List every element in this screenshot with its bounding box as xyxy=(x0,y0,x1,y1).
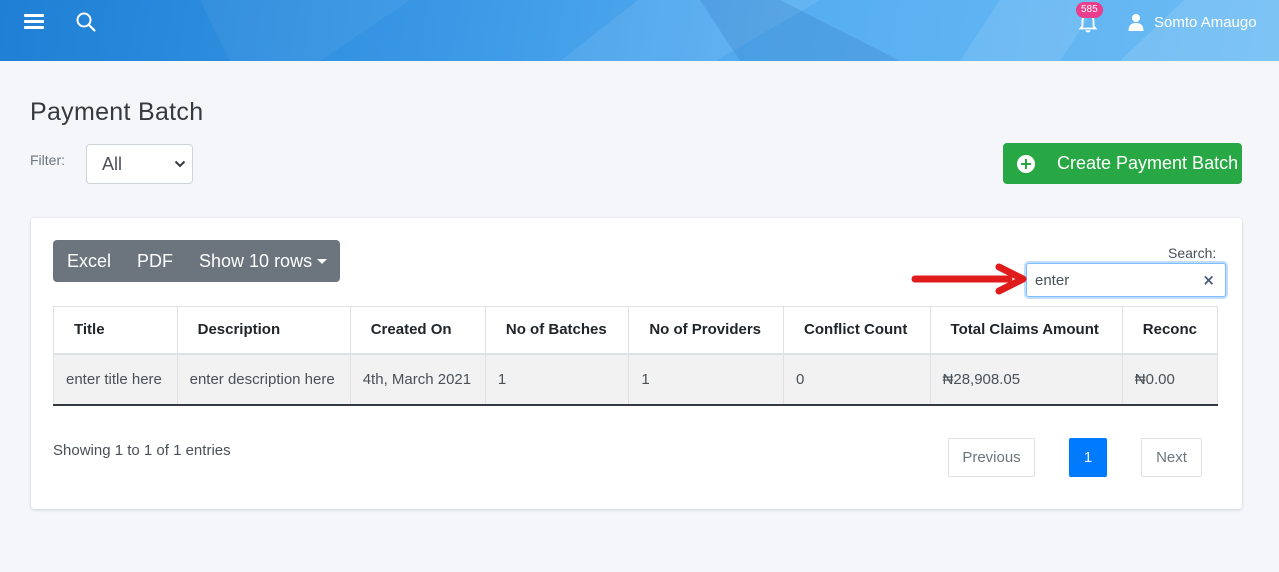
table-cell: ₦28,908.05 xyxy=(929,353,1123,404)
table-cell: ₦0.00 xyxy=(1121,353,1218,404)
search-label: Search: xyxy=(1168,245,1217,261)
show-rows-label: Show 10 rows xyxy=(199,250,313,271)
chevron-down-icon xyxy=(174,160,186,168)
notification-badge: 585 xyxy=(1076,2,1103,18)
page-title: Payment Batch xyxy=(30,98,204,126)
clear-icon[interactable]: × xyxy=(1202,271,1215,289)
show-rows-button[interactable]: Show 10 rows xyxy=(186,240,340,282)
table-cell: 0 xyxy=(783,353,931,404)
column-header[interactable]: Title xyxy=(53,306,178,355)
export-button-group: Excel PDF Show 10 rows xyxy=(53,240,341,282)
pdf-button[interactable]: PDF xyxy=(124,240,186,282)
column-header[interactable]: Conflict Count xyxy=(783,306,931,355)
plus-circle-icon xyxy=(1017,154,1035,173)
table-cell: 1 xyxy=(628,353,785,404)
payment-batch-table: Title Description Created On No of Batch… xyxy=(53,306,1218,404)
table-header-row: Title Description Created On No of Batch… xyxy=(53,306,1218,355)
next-button[interactable]: Next xyxy=(1141,438,1202,477)
column-header[interactable]: Reconc xyxy=(1121,306,1218,355)
page-1-button[interactable]: 1 xyxy=(1069,438,1107,477)
excel-button[interactable]: Excel xyxy=(53,240,124,282)
table-cell: enter description here xyxy=(176,353,351,404)
table-row[interactable]: enter title here enter description here … xyxy=(53,353,1218,404)
create-payment-batch-button[interactable]: Create Payment Batch xyxy=(1003,143,1242,184)
search-input[interactable] xyxy=(1035,271,1185,289)
filter-label: Filter: xyxy=(30,152,65,168)
column-header[interactable]: Total Claims Amount xyxy=(929,306,1123,355)
caret-down-icon xyxy=(317,259,328,264)
column-header[interactable]: Description xyxy=(176,306,351,355)
previous-button[interactable]: Previous xyxy=(948,438,1035,477)
user-name: Somto Amaugo xyxy=(1154,13,1257,31)
column-header[interactable]: No of Batches xyxy=(484,306,630,355)
create-button-label: Create Payment Batch xyxy=(1057,153,1239,173)
red-arrow-annotation xyxy=(911,263,1027,295)
filter-select[interactable]: All xyxy=(86,144,193,184)
table-cell: 1 xyxy=(484,353,630,404)
column-header[interactable]: Created On xyxy=(349,306,486,355)
table-cell: 4th, March 2021 xyxy=(349,353,486,404)
menu-icon[interactable] xyxy=(24,14,44,30)
entries-info: Showing 1 to 1 of 1 entries xyxy=(53,442,231,459)
user-icon xyxy=(1128,14,1144,31)
payment-batch-card: Excel PDF Show 10 rows Search: × Title D… xyxy=(31,218,1242,509)
table-cell: enter title here xyxy=(53,353,178,404)
data-table-container: Title Description Created On No of Batch… xyxy=(53,306,1218,406)
user-menu[interactable]: Somto Amaugo xyxy=(1128,13,1257,31)
top-navbar: 585 Somto Amaugo xyxy=(0,0,1279,61)
filter-select-value: All xyxy=(102,153,123,174)
search-icon[interactable] xyxy=(75,11,97,33)
column-header[interactable]: No of Providers xyxy=(628,306,785,355)
search-field[interactable]: × xyxy=(1026,263,1226,297)
